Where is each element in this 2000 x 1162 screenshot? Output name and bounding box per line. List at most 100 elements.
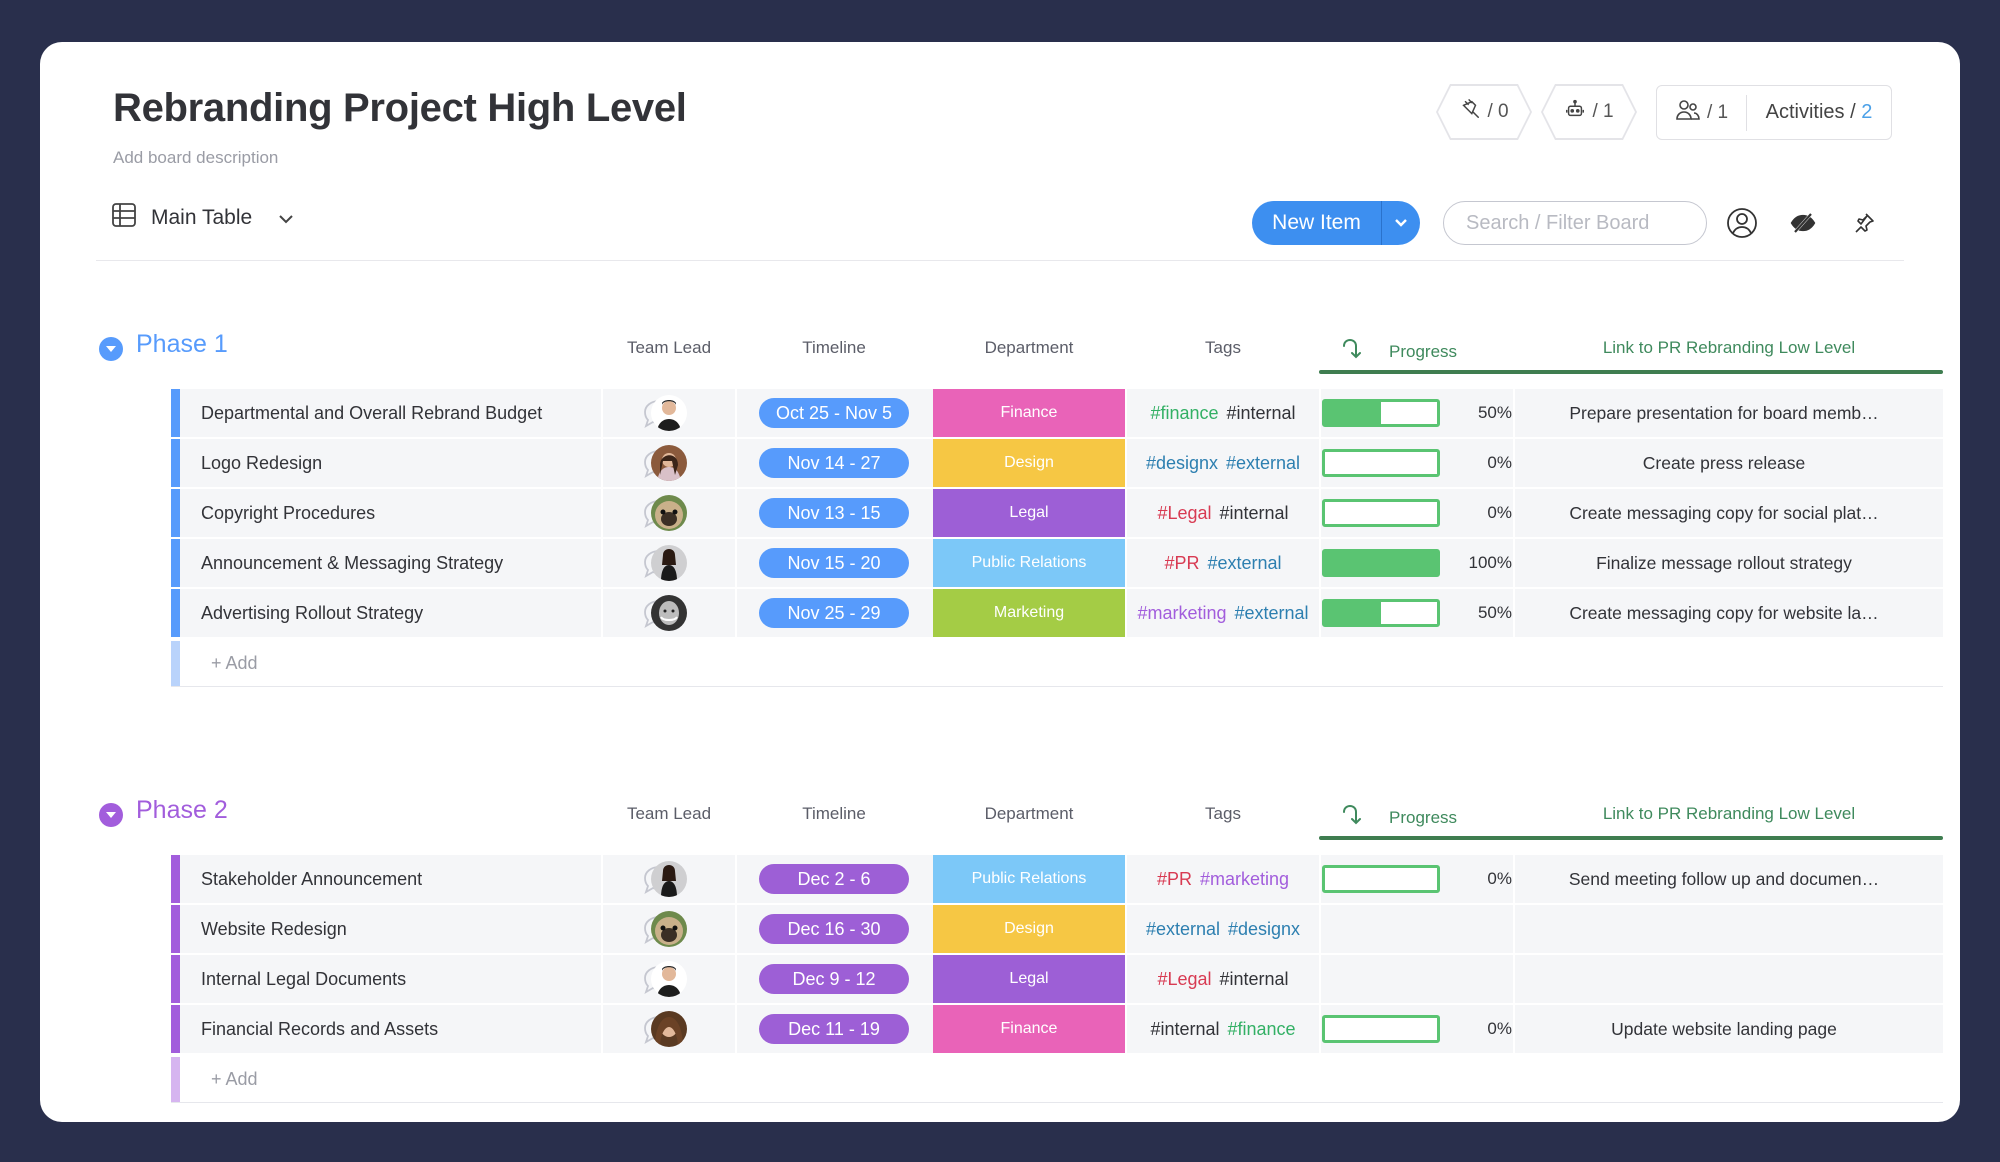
item-name[interactable]: Advertising Rollout Strategy <box>201 589 423 637</box>
tags-cell[interactable]: #marketing #external <box>1127 589 1319 637</box>
link-cell[interactable]: Create messaging copy for website la… <box>1515 589 1933 637</box>
automations-button[interactable]: / 1 <box>1541 84 1637 140</box>
team-lead-cell[interactable] <box>603 589 735 637</box>
tags-cell[interactable]: #finance #internal <box>1127 389 1319 437</box>
link-cell[interactable]: Update website landing page <box>1515 1005 1933 1053</box>
item-name[interactable]: Copyright Procedures <box>201 489 375 537</box>
tags-cell[interactable]: #PR #external <box>1127 539 1319 587</box>
hide-columns-button[interactable] <box>1785 205 1821 241</box>
column-header-timeline[interactable]: Timeline <box>737 804 931 824</box>
tag[interactable]: #designx <box>1228 919 1300 940</box>
timeline-cell[interactable]: Dec 16 - 30 <box>737 905 931 953</box>
team-lead-cell[interactable] <box>603 1005 735 1053</box>
link-cell[interactable] <box>1515 905 1933 953</box>
group-title[interactable]: Phase 1 <box>136 330 228 359</box>
link-cell[interactable] <box>1515 955 1933 1003</box>
table-row[interactable]: Financial Records and Assets Dec 11 - 19… <box>171 1005 1943 1053</box>
new-item-label[interactable]: New Item <box>1252 201 1382 245</box>
item-name[interactable]: Website Redesign <box>201 905 347 953</box>
column-header-department[interactable]: Department <box>933 338 1125 358</box>
timeline-cell[interactable]: Nov 15 - 20 <box>737 539 931 587</box>
linked-item[interactable]: Finalize message rollout strategy <box>1596 553 1852 574</box>
timeline-cell[interactable]: Dec 11 - 19 <box>737 1005 931 1053</box>
tag[interactable]: #external <box>1207 553 1281 574</box>
team-lead-cell[interactable] <box>603 955 735 1003</box>
timeline-cell[interactable]: Nov 25 - 29 <box>737 589 931 637</box>
pin-button[interactable] <box>1846 205 1882 241</box>
item-name[interactable]: Departmental and Overall Rebrand Budget <box>201 389 542 437</box>
group-collapse-icon[interactable] <box>99 337 123 361</box>
table-row[interactable]: Copyright Procedures Nov 13 - 15 Legal #… <box>171 489 1943 537</box>
board-description[interactable]: Add board description <box>113 148 278 168</box>
tags-cell[interactable]: #PR #marketing <box>1127 855 1319 903</box>
tag[interactable]: #PR <box>1164 553 1199 574</box>
linked-item[interactable]: Create messaging copy for social plat… <box>1569 503 1878 524</box>
linked-item[interactable]: Prepare presentation for board memb… <box>1569 403 1878 424</box>
tag[interactable]: #external <box>1226 453 1300 474</box>
tag[interactable]: #internal <box>1220 503 1289 524</box>
tag[interactable]: #internal <box>1220 969 1289 990</box>
integrations-button[interactable]: / 0 <box>1436 84 1532 140</box>
team-lead-cell[interactable] <box>603 539 735 587</box>
tag[interactable]: #external <box>1234 603 1308 624</box>
link-cell[interactable]: Finalize message rollout strategy <box>1515 539 1933 587</box>
tag[interactable]: #marketing <box>1200 869 1289 890</box>
item-name[interactable]: Financial Records and Assets <box>201 1005 438 1053</box>
department-label[interactable]: Public Relations <box>933 539 1125 587</box>
department-label[interactable]: Design <box>933 905 1125 953</box>
tags-cell[interactable]: #designx #external <box>1127 439 1319 487</box>
timeline-cell[interactable]: Oct 25 - Nov 5 <box>737 389 931 437</box>
tags-cell[interactable]: #external #designx <box>1127 905 1319 953</box>
link-cell[interactable]: Prepare presentation for board memb… <box>1515 389 1933 437</box>
department-label[interactable]: Finance <box>933 389 1125 437</box>
add-item-row[interactable]: + Add <box>171 641 1943 687</box>
item-name[interactable]: Stakeholder Announcement <box>201 855 422 903</box>
tags-cell[interactable]: #Legal #internal <box>1127 955 1319 1003</box>
chevron-down-icon[interactable] <box>278 206 294 230</box>
members-button[interactable]: / 1 <box>1657 94 1747 131</box>
timeline-cell[interactable]: Nov 14 - 27 <box>737 439 931 487</box>
team-lead-cell[interactable] <box>603 489 735 537</box>
board-title[interactable]: Rebranding Project High Level <box>113 86 687 131</box>
tag[interactable]: #finance <box>1227 1019 1295 1040</box>
column-header-link[interactable]: Link to PR Rebranding Low Level <box>1515 338 1943 358</box>
link-cell[interactable]: Create press release <box>1515 439 1933 487</box>
search-input[interactable] <box>1443 201 1707 245</box>
column-header-link[interactable]: Link to PR Rebranding Low Level <box>1515 804 1943 824</box>
linked-item[interactable]: Create messaging copy for website la… <box>1569 603 1878 624</box>
timeline-cell[interactable]: Dec 9 - 12 <box>737 955 931 1003</box>
department-label[interactable]: Public Relations <box>933 855 1125 903</box>
column-header-team-lead[interactable]: Team Lead <box>603 804 735 824</box>
column-header-tags[interactable]: Tags <box>1127 804 1319 824</box>
team-lead-cell[interactable] <box>603 905 735 953</box>
department-label[interactable]: Legal <box>933 489 1125 537</box>
timeline-cell[interactable]: Nov 13 - 15 <box>737 489 931 537</box>
column-header-tags[interactable]: Tags <box>1127 338 1319 358</box>
table-row[interactable]: Departmental and Overall Rebrand Budget … <box>171 389 1943 437</box>
linked-item[interactable]: Update website landing page <box>1611 1019 1837 1040</box>
table-row[interactable]: Stakeholder Announcement Dec 2 - 6 Publi… <box>171 855 1943 903</box>
person-filter-button[interactable] <box>1724 205 1760 241</box>
linked-item[interactable]: Create press release <box>1643 453 1805 474</box>
column-header-department[interactable]: Department <box>933 804 1125 824</box>
tag[interactable]: #internal <box>1150 1019 1219 1040</box>
tag[interactable]: #internal <box>1227 403 1296 424</box>
timeline-cell[interactable]: Dec 2 - 6 <box>737 855 931 903</box>
column-header-progress[interactable]: Progress <box>1341 338 1491 365</box>
column-header-progress[interactable]: Progress <box>1341 804 1491 831</box>
tags-cell[interactable]: #Legal #internal <box>1127 489 1319 537</box>
group-title[interactable]: Phase 2 <box>136 796 228 825</box>
item-name[interactable]: Announcement & Messaging Strategy <box>201 539 503 587</box>
link-cell[interactable]: Send meeting follow up and documen… <box>1515 855 1933 903</box>
item-name[interactable]: Internal Legal Documents <box>201 955 406 1003</box>
table-row[interactable]: Logo Redesign Nov 14 - 27 Design #design… <box>171 439 1943 487</box>
activities-button[interactable]: Activities / 2 <box>1747 101 1891 124</box>
team-lead-cell[interactable] <box>603 439 735 487</box>
tag[interactable]: #finance <box>1150 403 1218 424</box>
team-lead-cell[interactable] <box>603 389 735 437</box>
table-row[interactable]: Internal Legal Documents Dec 9 - 12 Lega… <box>171 955 1943 1003</box>
group-collapse-icon[interactable] <box>99 803 123 827</box>
linked-item[interactable]: Send meeting follow up and documen… <box>1569 869 1879 890</box>
team-lead-cell[interactable] <box>603 855 735 903</box>
department-label[interactable]: Legal <box>933 955 1125 1003</box>
